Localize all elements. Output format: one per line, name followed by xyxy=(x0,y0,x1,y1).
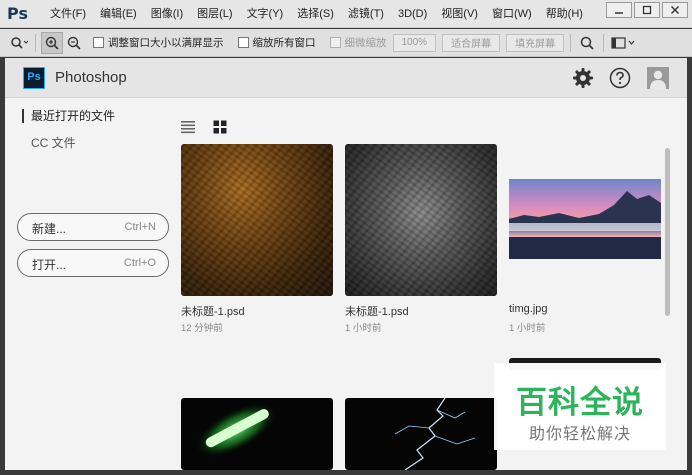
checkbox-box xyxy=(329,37,341,48)
zoom-tool-preset[interactable] xyxy=(8,32,30,54)
options-bar: 调整窗口大小以满屏显示 缩放所有窗口 细微缩放 100% 适合屏幕 填充屏幕 xyxy=(0,29,692,57)
file-time-2: 1 小时前 xyxy=(345,323,382,334)
open-shortcut: Ctrl+O xyxy=(123,257,156,269)
grid-view-icon[interactable] xyxy=(213,120,227,134)
checkbox-label: 调整窗口大小以满屏显示 xyxy=(108,37,224,49)
watermark: 百科全说 助你轻松解决 xyxy=(494,363,666,450)
zoom-in-button[interactable] xyxy=(41,31,63,54)
menu-select[interactable]: 选择(S) xyxy=(290,0,341,28)
maximize-button[interactable] xyxy=(634,2,660,18)
photoshop-logo: Ps xyxy=(7,3,28,23)
open-button[interactable]: 打开... Ctrl+O xyxy=(17,249,169,277)
resize-windows-checkbox[interactable]: 调整窗口大小以满屏显示 xyxy=(93,35,224,50)
menu-edit[interactable]: 编辑(E) xyxy=(93,0,144,28)
checkbox-label: 细微缩放 xyxy=(344,37,387,49)
divider xyxy=(35,33,36,52)
file-thumbnail-2[interactable] xyxy=(345,144,497,296)
scrubby-zoom-checkbox[interactable]: 细微缩放 xyxy=(329,35,387,50)
start-sidebar xyxy=(5,98,177,470)
nav-recent-files[interactable]: 最近打开的文件 xyxy=(22,109,115,123)
workspace-header: Ps Photoshop xyxy=(5,58,687,98)
help-icon[interactable] xyxy=(609,67,631,89)
texture-overlay xyxy=(181,144,333,296)
window-controls xyxy=(606,2,688,18)
zoom-out-icon xyxy=(67,36,81,50)
start-workspace: Ps Photoshop 最近打开的文件 CC 文件 新建... Ctrl+N … xyxy=(5,58,687,470)
minimize-icon xyxy=(615,12,623,14)
zoom-all-checkbox[interactable]: 缩放所有窗口 xyxy=(237,35,316,50)
menu-type[interactable]: 文字(Y) xyxy=(240,0,291,28)
scrollbar-thumb[interactable] xyxy=(665,148,670,316)
gear-icon[interactable] xyxy=(572,67,594,89)
new-button-label: 新建... xyxy=(32,222,67,236)
lightning-graphic xyxy=(394,398,476,470)
checkbox-label: 缩放所有窗口 xyxy=(252,37,316,49)
fit-screen-button[interactable]: 适合屏幕 xyxy=(442,33,501,52)
fill-screen-button[interactable]: 填充屏幕 xyxy=(506,33,565,52)
file-thumbnail-4[interactable] xyxy=(181,398,333,470)
divider xyxy=(603,33,605,52)
search-button[interactable] xyxy=(576,32,598,54)
menu-window[interactable]: 窗口(W) xyxy=(485,0,539,28)
file-time-3: 1 小时前 xyxy=(509,323,546,334)
glow-stick-graphic xyxy=(194,402,278,458)
menu-help[interactable]: 帮助(H) xyxy=(539,0,590,28)
checkbox-box xyxy=(93,37,104,48)
divider xyxy=(570,33,572,52)
texture-overlay xyxy=(345,144,497,296)
watermark-subtitle: 助你轻松解决 xyxy=(528,424,631,443)
zoom-in-icon xyxy=(45,36,59,50)
maximize-icon xyxy=(642,5,652,15)
watermark-title: 百科全说 xyxy=(516,385,644,421)
open-button-label: 打开... xyxy=(32,258,67,272)
file-thumbnail-1[interactable] xyxy=(181,144,333,296)
file-thumbnail-3[interactable] xyxy=(509,179,661,259)
file-name-1[interactable]: 未标题-1.psd xyxy=(181,303,245,319)
new-shortcut: Ctrl+N xyxy=(124,221,156,233)
menu-bar: Ps 文件(F) 编辑(E) 图像(I) 图层(L) 文字(Y) 选择(S) 滤… xyxy=(0,0,692,28)
search-icon xyxy=(580,36,594,50)
file-name-2[interactable]: 未标题-1.psd xyxy=(345,303,409,319)
menu-layer[interactable]: 图层(L) xyxy=(190,0,239,28)
workspace-switcher[interactable] xyxy=(609,32,639,54)
menu-file[interactable]: 文件(F) xyxy=(43,0,93,28)
mountain-silhouette xyxy=(509,191,661,259)
checkbox-box xyxy=(237,37,249,48)
close-icon xyxy=(671,6,679,14)
menu-view[interactable]: 视图(V) xyxy=(434,0,485,28)
nav-cc-files[interactable]: CC 文件 xyxy=(31,134,76,151)
file-name-3[interactable]: timg.jpg xyxy=(509,303,548,315)
zoom-out-button[interactable] xyxy=(63,32,85,54)
new-button[interactable]: 新建... Ctrl+N xyxy=(17,213,169,241)
file-time-1: 12 分钟前 xyxy=(181,323,223,334)
percent-100-button[interactable]: 100% xyxy=(392,33,437,52)
avatar-icon[interactable] xyxy=(647,67,669,89)
close-button[interactable] xyxy=(662,2,688,18)
menu-filter[interactable]: 滤镜(T) xyxy=(341,0,391,28)
menu-image[interactable]: 图像(I) xyxy=(144,0,190,28)
workspace-icon xyxy=(611,36,635,49)
zoom-icon xyxy=(11,36,28,49)
photoshop-badge-icon: Ps xyxy=(23,67,45,89)
list-view-icon[interactable] xyxy=(181,120,195,134)
minimize-button[interactable] xyxy=(606,2,632,18)
menu-3d[interactable]: 3D(D) xyxy=(391,0,434,28)
file-thumbnail-5[interactable] xyxy=(345,398,497,470)
app-name: Photoshop xyxy=(55,69,127,86)
